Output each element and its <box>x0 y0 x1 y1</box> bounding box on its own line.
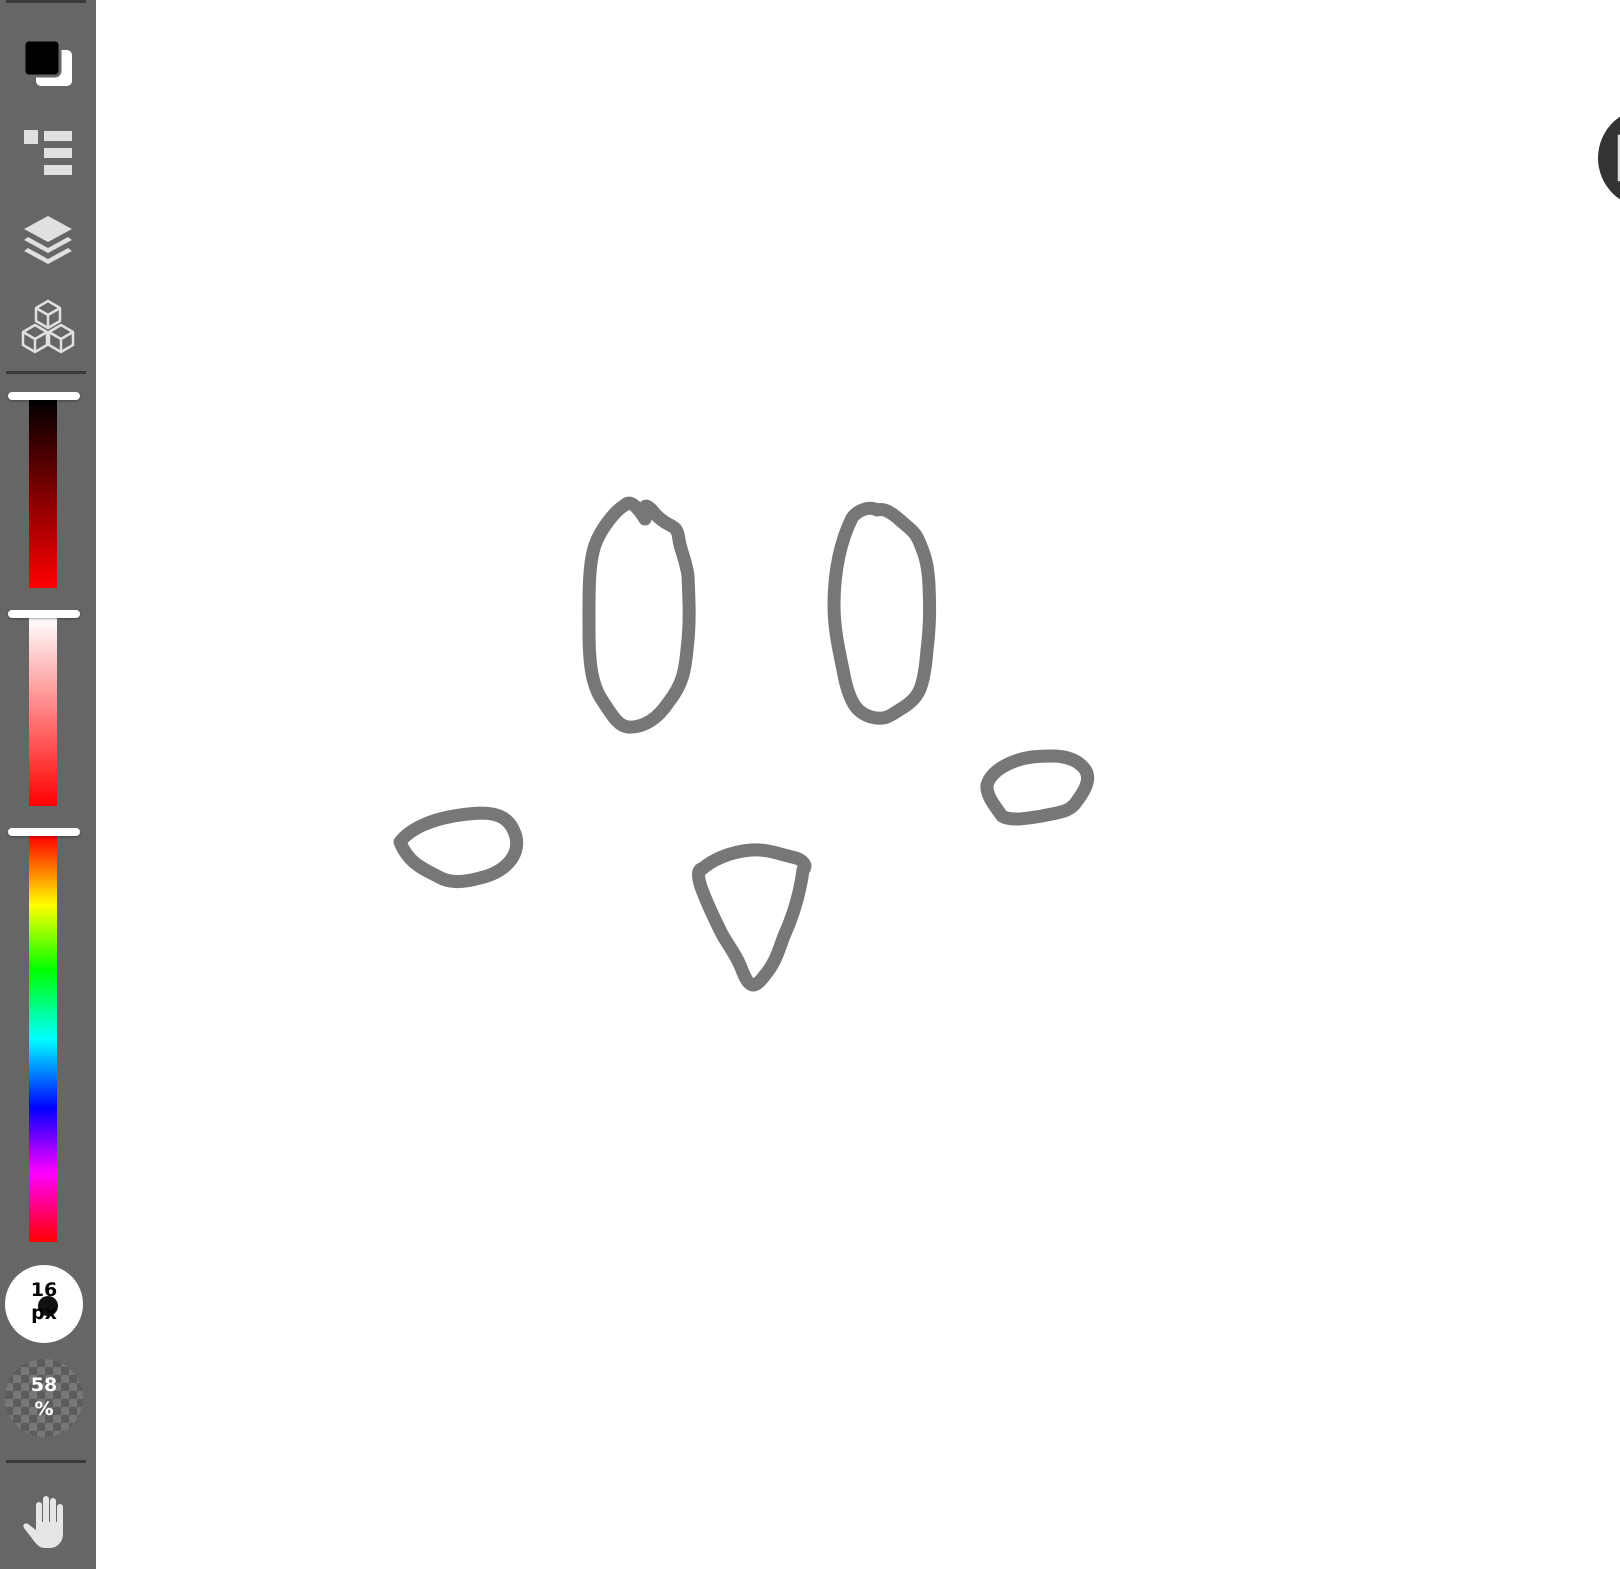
fullscreen-button[interactable] <box>1598 108 1620 208</box>
drawing-canvas[interactable] <box>96 0 1620 1569</box>
brush-size-value: 16 <box>30 1279 58 1301</box>
color-swatch-icon <box>22 38 72 86</box>
brightness-slider[interactable] <box>8 392 80 588</box>
layers-icon <box>24 216 72 264</box>
tool-list-button[interactable] <box>14 116 82 184</box>
separator <box>6 1460 86 1463</box>
brush-size-label: 16 px <box>5 1279 83 1325</box>
saturation-track <box>29 618 57 806</box>
left-eye-stroke <box>582 496 696 734</box>
hand-tool-button[interactable] <box>14 1486 82 1554</box>
sidebar-toolbar: 16 px 58 % <box>0 0 96 1569</box>
color-swatch-button[interactable] <box>14 28 82 96</box>
objects-button[interactable] <box>14 293 82 361</box>
opacity-label: 58 % <box>5 1373 83 1421</box>
saturation-slider[interactable] <box>8 610 80 806</box>
separator <box>6 0 86 3</box>
opacity-button[interactable]: 58 % <box>5 1359 83 1437</box>
opacity-value: 58 <box>30 1374 58 1396</box>
fullscreen-icon <box>1617 134 1620 182</box>
brightness-handle[interactable] <box>8 392 80 400</box>
brush-size-unit: px <box>31 1302 57 1324</box>
drawing-strokes <box>393 496 1095 992</box>
brightness-track <box>29 400 57 588</box>
list-icon <box>24 130 72 175</box>
hand-icon <box>23 1496 63 1548</box>
brush-size-button[interactable]: 16 px <box>5 1265 83 1343</box>
right-eye-stroke <box>827 501 937 725</box>
saturation-handle[interactable] <box>8 610 80 618</box>
paint-app: 16 px 58 % <box>0 0 1620 1569</box>
separator <box>6 371 86 374</box>
hue-slider[interactable] <box>8 828 80 1242</box>
layers-button[interactable] <box>14 206 82 274</box>
left-cheek-stroke <box>393 806 524 889</box>
opacity-unit: % <box>34 1398 54 1420</box>
cubes-icon <box>21 299 75 354</box>
hue-track <box>29 836 57 1242</box>
hue-handle[interactable] <box>8 828 80 836</box>
right-cheek-stroke <box>980 749 1095 826</box>
nose-stroke <box>692 843 812 992</box>
